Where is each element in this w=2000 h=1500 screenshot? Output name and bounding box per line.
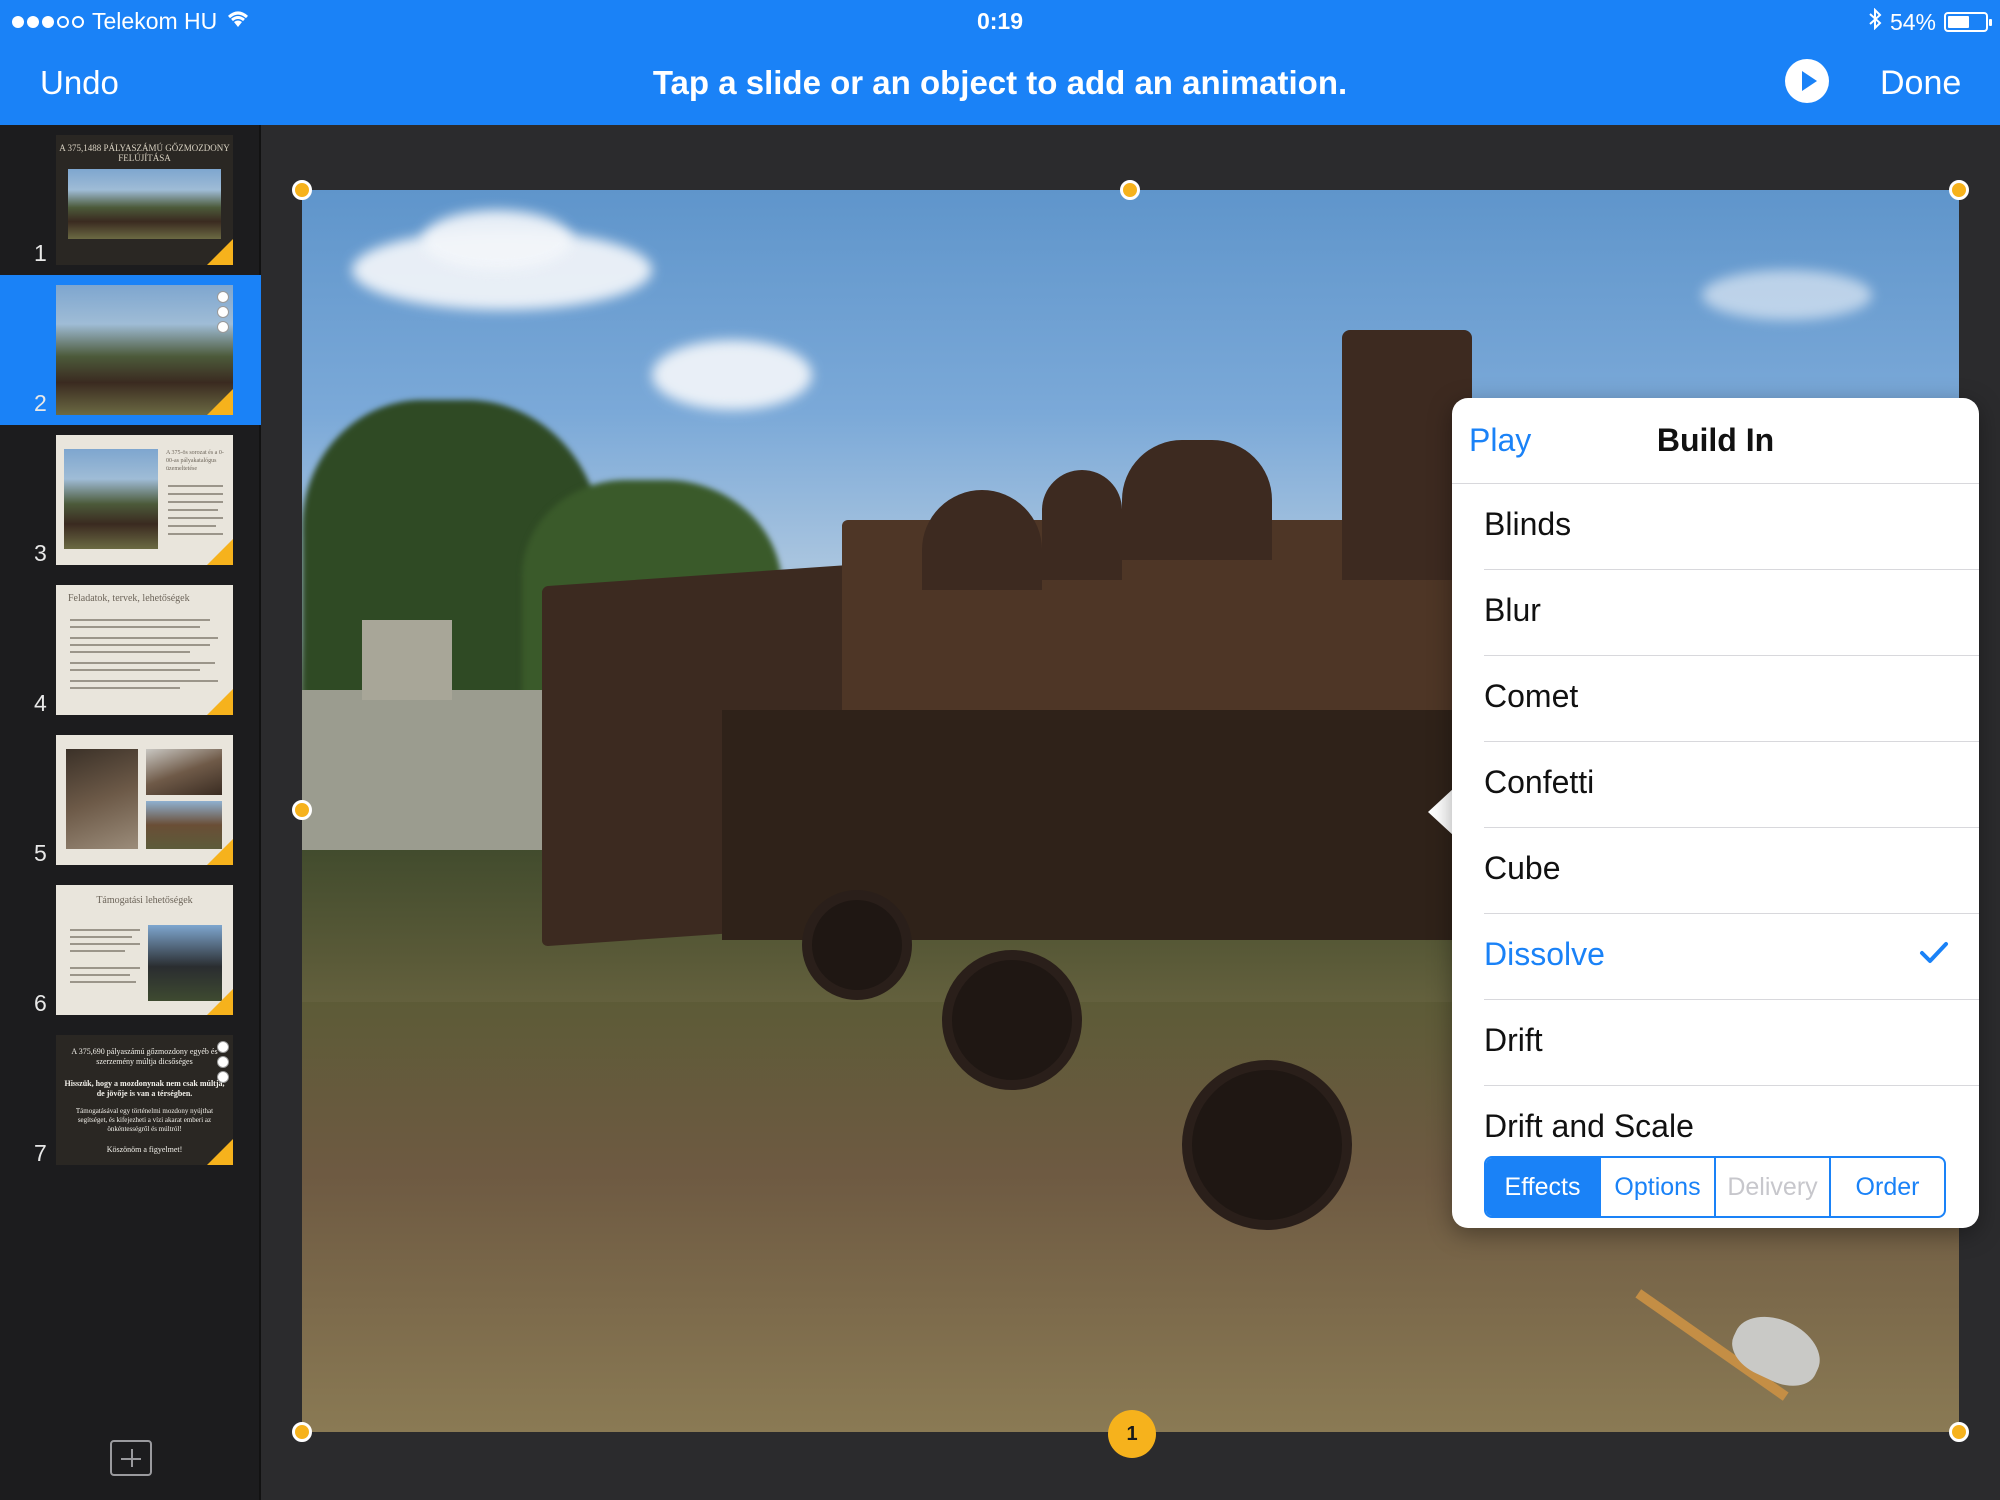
effect-item-comet[interactable]: Comet [1484,656,1979,742]
slide-preview [56,285,233,415]
build-in-popover: Play Build In Blinds Blur Comet Confetti… [1452,398,1979,1228]
slide-text-line: A 375,690 pályaszámú gőzmozdony egyéb és… [71,1047,218,1066]
battery-icon [1944,12,1992,32]
slide-preview: A 375,690 pályaszámú gőzmozdony egyéb és… [56,1035,233,1165]
slide-preview: A 375-ös sorozat és a 0-00-as pályakatal… [56,435,233,565]
effect-item-blur[interactable]: Blur [1484,570,1979,656]
tab-options[interactable]: Options [1601,1158,1716,1216]
resize-handle-top[interactable] [1120,180,1140,200]
checkmark-icon [1919,940,1949,971]
effect-item-dissolve[interactable]: Dissolve [1484,914,1979,1000]
nav-bar: Undo Tap a slide or an object to add an … [0,40,2000,125]
effect-label: Confetti [1484,764,1595,800]
slide-text-line: Támogatásával egy történelmi mozdony nyú… [75,1107,214,1133]
slide-thumbnail-5[interactable]: 5 [0,725,261,875]
top-bar: Telekom HU 0:19 54% Undo Tap a slide or … [0,0,2000,125]
slide-preview [56,735,233,865]
slide-number: 2 [34,390,47,416]
build-order-badge[interactable]: 1 [1108,1410,1156,1458]
status-bar: Telekom HU 0:19 54% [0,0,2000,40]
popover-header: Play Build In [1452,398,1979,484]
slide-thumbnail-7[interactable]: A 375,690 pályaszámú gőzmozdony egyéb és… [0,1025,261,1175]
slide-preview: Feladatok, tervek, lehetőségek [56,585,233,715]
effect-item-drift-and-scale[interactable]: Drift and Scale [1484,1086,1979,1140]
popover-tabs: Effects Options Delivery Order [1484,1156,1946,1218]
slide-title: Feladatok, tervek, lehetőségek [68,593,190,604]
effect-label: Comet [1484,678,1579,714]
slide-thumbnail-6[interactable]: Támogatási lehetőségek 6 [0,875,261,1025]
bluetooth-icon [1868,7,1882,36]
effect-label: Drift and Scale [1484,1108,1694,1140]
popover-arrow [1428,788,1454,836]
effect-label: Dissolve [1484,936,1605,972]
slide-navigator: A 375,1488 PÁLYASZÁMÚ GŐZMOZDONY FELÚJÍT… [0,125,261,1500]
effect-label: Cube [1484,850,1561,886]
effects-list[interactable]: Blinds Blur Comet Confetti Cube Dissolve… [1452,484,1979,1140]
resize-handle-top-right[interactable] [1949,180,1969,200]
slide-thumbnail-1[interactable]: A 375,1488 PÁLYASZÁMÚ GŐZMOZDONY FELÚJÍT… [0,125,261,275]
slide-title: Támogatási lehetőségek [96,895,193,906]
slide-number: 7 [34,1140,47,1166]
slide-preview: Támogatási lehetőségek [56,885,233,1015]
effect-label: Blinds [1484,506,1572,542]
slide-number: 3 [34,540,47,566]
slide-number: 6 [34,990,47,1016]
effect-label: Drift [1484,1022,1543,1058]
slide-title: A 375,1488 PÁLYASZÁMÚ GŐZMOZDONY FELÚJÍT… [59,143,230,163]
slide-number: 5 [34,840,47,866]
slide-number: 4 [34,690,47,716]
effect-label: Blur [1484,592,1541,628]
tab-delivery: Delivery [1716,1158,1831,1216]
slide-preview: A 375,1488 PÁLYASZÁMÚ GŐZMOZDONY FELÚJÍT… [56,135,233,265]
resize-handle-top-left[interactable] [292,180,312,200]
popover-title: Build In [1656,422,1775,458]
done-button[interactable]: Done [1880,64,1961,103]
slide-text-line: Köszönöm a figyelmet! [106,1145,183,1154]
effect-item-cube[interactable]: Cube [1484,828,1979,914]
resize-handle-bottom-left[interactable] [292,1422,312,1442]
add-slide-button[interactable] [110,1440,152,1476]
effect-item-confetti[interactable]: Confetti [1484,742,1979,828]
slide-number: 1 [34,240,47,266]
status-right: 54% [1868,7,1992,36]
battery-percent: 54% [1889,8,1936,35]
status-time: 0:19 [976,8,1024,34]
resize-handle-left[interactable] [292,800,312,820]
slide-thumbnail-3[interactable]: A 375-ös sorozat és a 0-00-as pályakatal… [0,425,261,575]
slide-title: A 375-ös sorozat és a 0-00-as pályakatal… [166,450,224,472]
tab-effects[interactable]: Effects [1486,1158,1601,1216]
nav-title: Tap a slide or an object to add an anima… [652,64,1348,101]
effect-item-blinds[interactable]: Blinds [1484,484,1979,570]
resize-handle-bottom-right[interactable] [1949,1422,1969,1442]
effect-item-drift[interactable]: Drift [1484,1000,1979,1086]
play-icon[interactable] [1785,59,1829,103]
slide-text-line: Hisszük, hogy a mozdonynak nem csak múlt… [64,1079,225,1098]
slide-thumbnail-4[interactable]: Feladatok, tervek, lehetőségek 4 [0,575,261,725]
tab-order[interactable]: Order [1831,1158,1944,1216]
slide-thumbnail-2[interactable]: 2 [0,275,261,425]
